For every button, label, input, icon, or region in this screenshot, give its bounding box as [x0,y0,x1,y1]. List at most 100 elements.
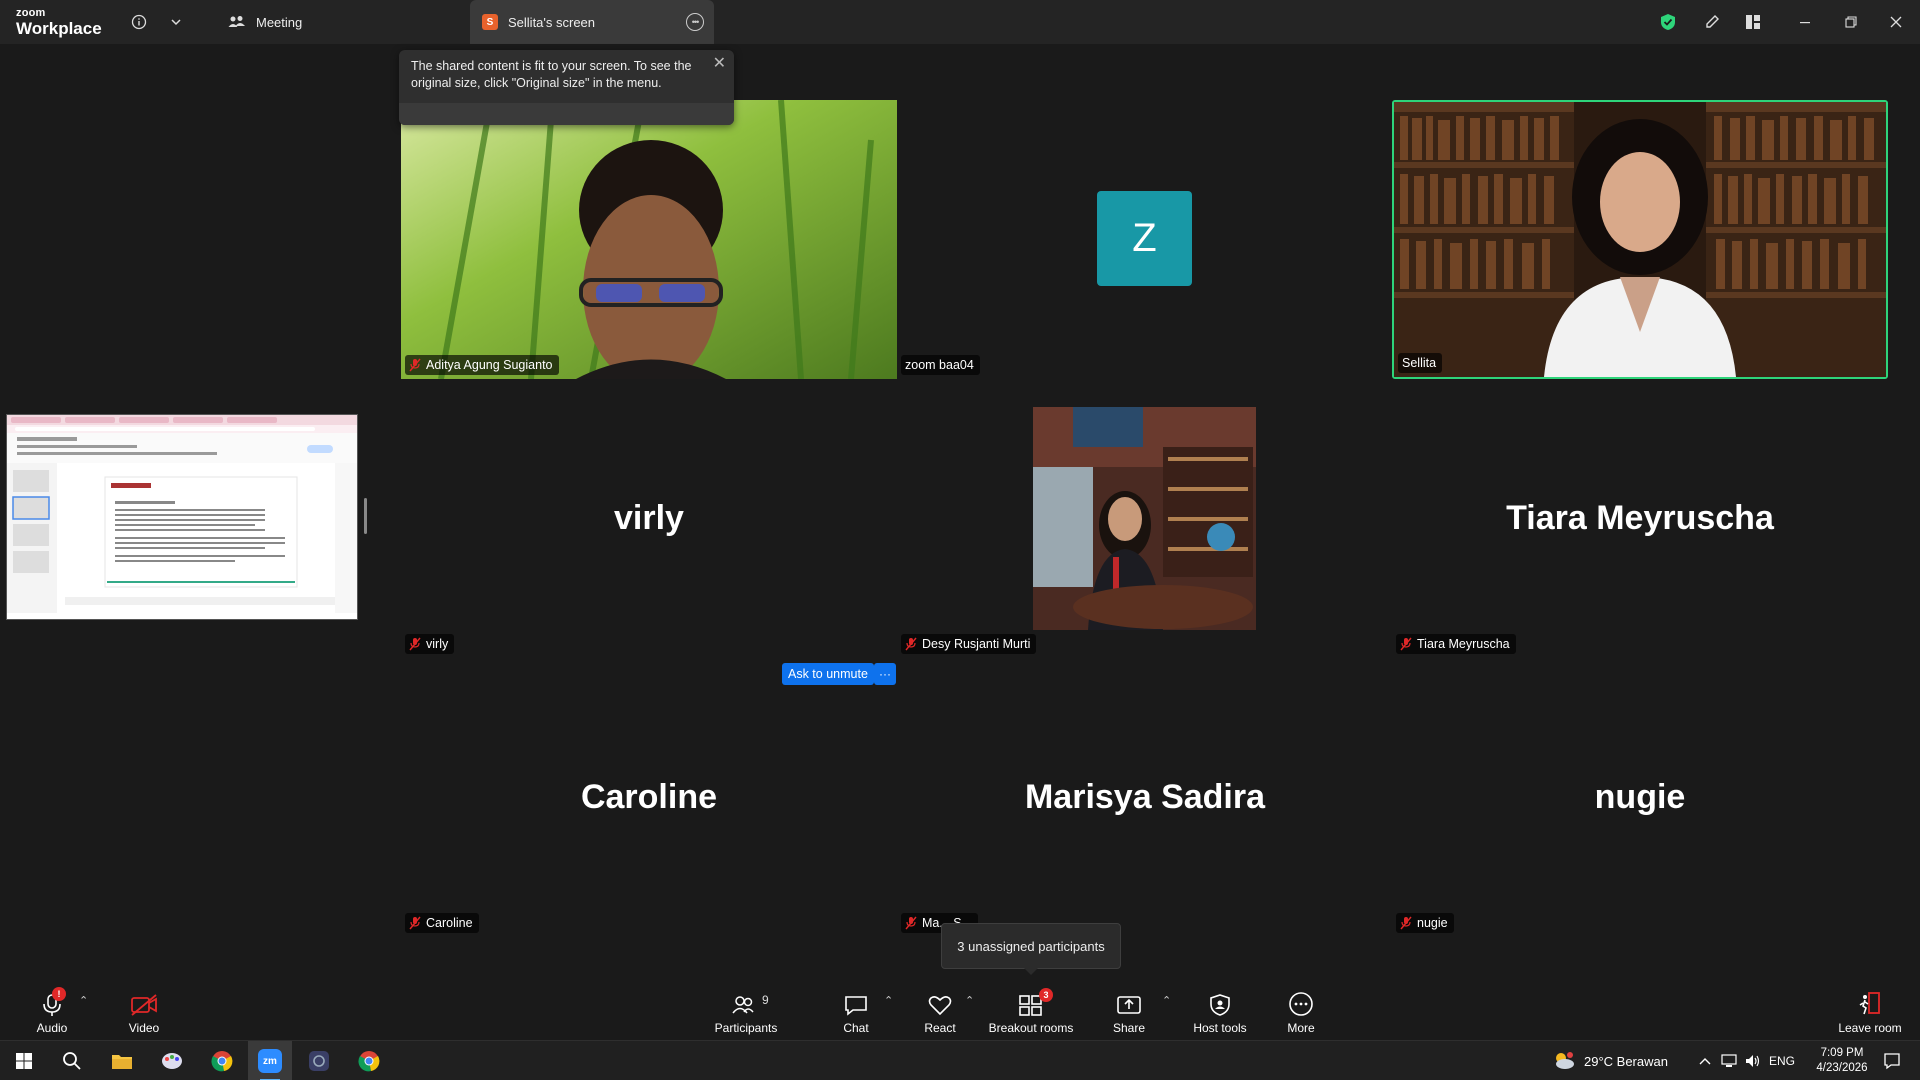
windows-taskbar: zm 29°C Berawan ENG 7:09 PM 4/23/2026 [0,1040,1920,1080]
more-label: More [1287,1021,1315,1035]
restore-icon[interactable] [1839,12,1863,32]
notifications-icon[interactable] [1872,1041,1912,1080]
notice-text: The shared content is fit to your screen… [411,59,692,90]
chat-button[interactable]: Chat [840,980,872,1040]
breakout-rooms-button[interactable]: Breakout rooms 3 [988,980,1074,1040]
participants-icon [228,16,245,27]
share-button[interactable]: Share [1112,980,1146,1040]
participant-video [1394,102,1886,377]
leave-room-label: Leave room [1838,1021,1902,1035]
participant-video [1033,407,1256,630]
more-dots-icon [1289,992,1313,1016]
video-tile-aditya[interactable]: Aditya Agung Sugianto [401,99,897,385]
annotate-pen-icon[interactable] [1700,12,1724,32]
participants-button[interactable]: Participants 9 [710,980,782,1040]
tab-meeting[interactable]: Meeting [218,0,312,44]
participant-name-label: Desy Rusjanti Murti [901,634,1037,654]
avatar: Z [1097,191,1192,286]
audio-options-chevron-icon[interactable]: ⌃ [79,994,88,1007]
unassigned-participants-tooltip: 3 unassigned participants [941,923,1121,975]
chrome-icon[interactable] [205,1041,239,1080]
title-bar: zoom Workplace Meeting S Sellita's scree… [0,0,1920,44]
chat-options-chevron-icon[interactable]: ⌃ [884,994,893,1007]
breakout-badge: 3 [1039,988,1053,1002]
network-icon[interactable] [1718,1041,1740,1080]
ask-to-unmute-button[interactable]: Ask to unmute [782,663,874,685]
audio-button[interactable]: Audio ! [30,980,74,1040]
chevron-down-icon[interactable] [166,12,186,32]
host-tools-button[interactable]: Host tools [1190,980,1250,1040]
share-options-chevron-icon[interactable]: ⌃ [1162,994,1171,1007]
video-tile-zoom-baa04[interactable]: Z zoom baa04 [897,100,1393,379]
participant-display-name: virly [614,499,684,537]
participant-video [401,99,897,385]
react-options-chevron-icon[interactable]: ⌃ [965,994,974,1007]
language-indicator[interactable]: ENG [1766,1041,1798,1080]
file-explorer-icon[interactable] [105,1041,139,1080]
share-label: Share [1112,1021,1146,1035]
chat-label: Chat [843,1021,869,1035]
video-tile-caroline[interactable]: Caroline Caroline [401,658,897,937]
notice-footer [399,103,734,125]
security-shield-icon[interactable] [1656,12,1680,32]
audio-alert-badge: ! [52,987,66,1001]
fit-to-screen-notice: The shared content is fit to your screen… [399,50,734,125]
language-text: ENG [1768,1054,1795,1068]
video-tile-sellita[interactable]: Sellita [1392,100,1888,379]
participant-name-label: Aditya Agung Sugianto [405,355,559,375]
participant-display-name: nugie [1594,778,1686,816]
tray-chevron-up-icon[interactable] [1696,1041,1714,1080]
muted-mic-icon [409,637,421,651]
shared-screen-thumbnail[interactable] [6,414,358,620]
video-tile-nugie[interactable]: nugie nugie [1392,658,1888,937]
breakout-rooms-label: Breakout rooms [988,1021,1074,1035]
participant-display-name: Tiara Meyruscha [1506,499,1774,537]
participant-display-name: Caroline [580,778,718,816]
paint-app-icon[interactable] [155,1041,189,1080]
more-options-icon[interactable]: ••• [686,13,704,31]
muted-mic-icon [1400,916,1412,930]
zoom-taskbar-icon[interactable]: zm [248,1041,292,1080]
participant-name-label: nugie [1396,913,1454,933]
minimize-icon[interactable] [1793,12,1817,32]
leave-room-button[interactable]: Leave room [1836,980,1904,1040]
participant-name: virly [426,637,449,651]
windows-start-icon[interactable] [8,1041,40,1080]
participants-label: Participants [714,1021,778,1035]
weather-widget[interactable]: 29°C Berawan [1552,1041,1682,1080]
participant-name: Desy Rusjanti Murti [922,637,1031,651]
muted-mic-icon [905,916,917,930]
camera-app-icon[interactable] [302,1041,336,1080]
tab-shared-screen[interactable]: S Sellita's screen ••• [470,0,714,44]
more-button[interactable]: More [1285,980,1317,1040]
chat-bubble-icon [845,996,867,1016]
chrome-profile-icon[interactable] [352,1041,386,1080]
info-icon[interactable] [129,12,149,32]
share-screen-icon [1117,996,1141,1014]
clock[interactable]: 7:09 PM 4/23/2026 [1804,1041,1880,1080]
video-tile-virly[interactable]: virly virly [401,379,897,658]
video-button[interactable]: Video [124,980,164,1040]
resize-handle[interactable] [364,498,367,534]
close-icon[interactable] [1884,12,1908,32]
participants-icon [732,996,754,1014]
logo-line-2: Workplace [16,19,102,38]
participant-more-button[interactable]: ··· [874,663,896,685]
participant-name: Sellita [1402,356,1437,370]
view-layout-icon[interactable] [1741,12,1765,32]
close-icon[interactable]: ✕ [713,55,726,72]
video-tile-tiara[interactable]: Tiara Meyruscha Tiara Meyruscha [1392,379,1888,658]
weather-cloud-icon [1556,1052,1574,1069]
volume-icon[interactable] [1742,1041,1764,1080]
tab-shared-screen-label: Sellita's screen [508,14,596,30]
participant-name-label: Sellita [1398,353,1443,373]
leave-door-icon [1859,992,1880,1015]
participants-count: 9 [762,993,769,1007]
search-icon[interactable] [55,1041,89,1080]
video-tile-desy[interactable]: Desy Rusjanti Murti [897,379,1393,658]
video-tile-marisya[interactable]: Marisya Sadira Ma... S... [897,658,1393,937]
shared-screen-preview [7,415,357,619]
muted-mic-icon [409,916,421,930]
react-button[interactable]: React [922,980,958,1040]
host-tools-label: Host tools [1193,1021,1247,1035]
